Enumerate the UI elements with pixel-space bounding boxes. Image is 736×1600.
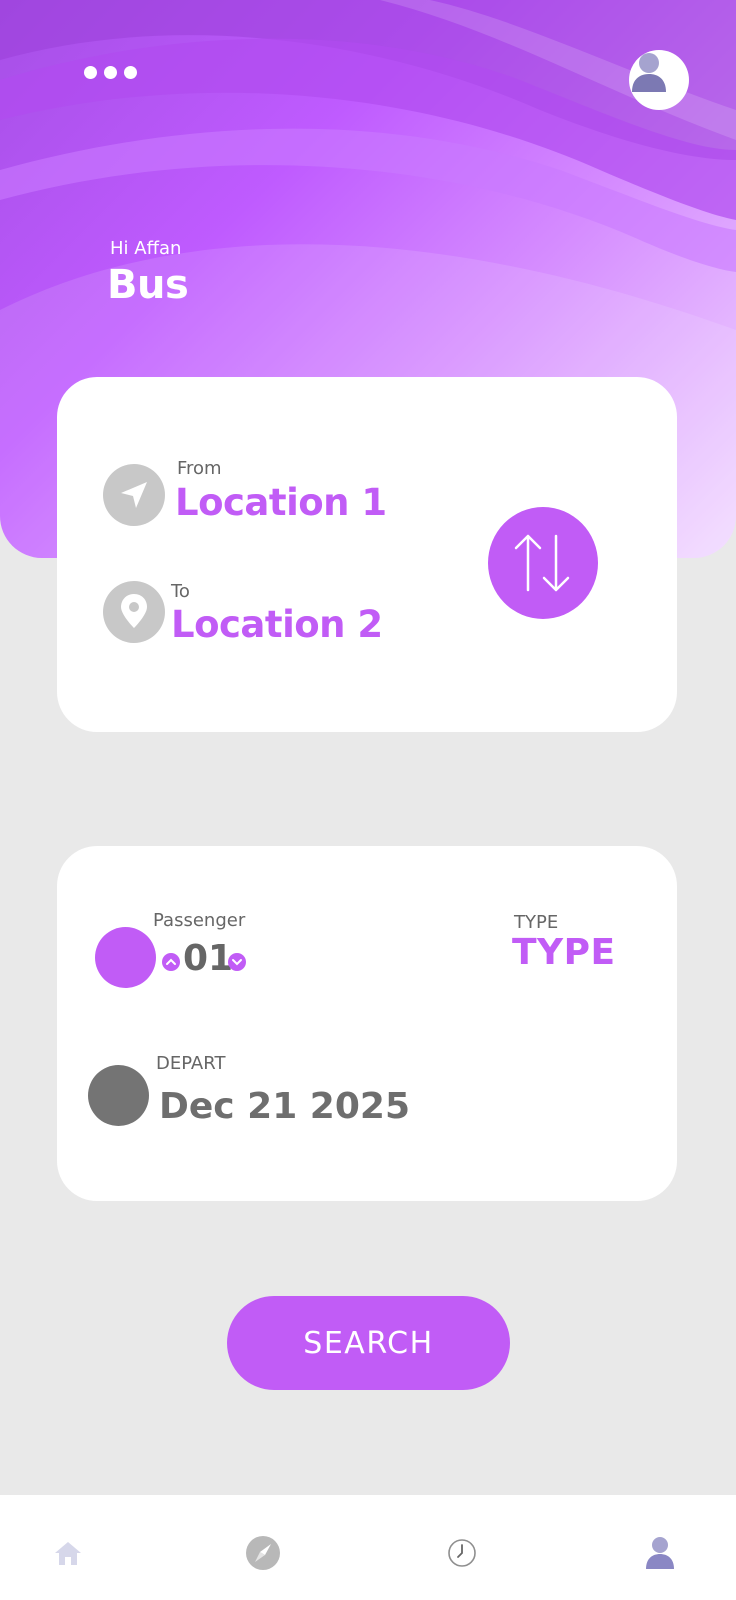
route-card: From Location 1 To Location 2 [57,377,677,732]
swap-vertical-icon [514,534,570,592]
location-pin-icon [103,581,165,643]
search-button[interactable]: SEARCH [227,1296,510,1390]
swap-locations-button[interactable] [488,507,598,619]
type-label: TYPE [514,912,559,933]
passenger-count: 01 [183,938,234,979]
bottom-navigation [0,1495,736,1600]
compass-icon[interactable] [243,1533,283,1573]
to-label: To [171,581,190,602]
trip-options-card: Passenger 01 TYPE TYPE DEPART Dec 21 202… [57,846,677,1201]
more-dots-icon[interactable] [84,66,137,79]
greeting-text: Hi Affan [110,238,182,259]
user-icon[interactable] [640,1533,680,1573]
from-location[interactable]: Location 1 [175,481,387,524]
type-selector[interactable]: TYPE [512,932,616,973]
chevron-down-icon [232,959,242,966]
clock-icon[interactable] [442,1533,482,1573]
passenger-label: Passenger [153,910,246,931]
page-title: Bus [107,262,189,308]
passenger-increment-button[interactable] [162,953,180,971]
depart-label: DEPART [156,1053,226,1074]
passenger-icon [95,927,156,988]
navigation-arrow-icon [103,464,165,526]
chevron-up-icon [166,958,176,965]
user-avatar-icon[interactable] [629,50,689,110]
depart-date[interactable]: Dec 21 2025 [159,1086,410,1127]
passenger-decrement-button[interactable] [228,953,246,971]
depart-icon [88,1065,149,1126]
home-icon[interactable] [48,1533,88,1573]
to-location[interactable]: Location 2 [171,603,383,646]
from-label: From [177,458,222,479]
